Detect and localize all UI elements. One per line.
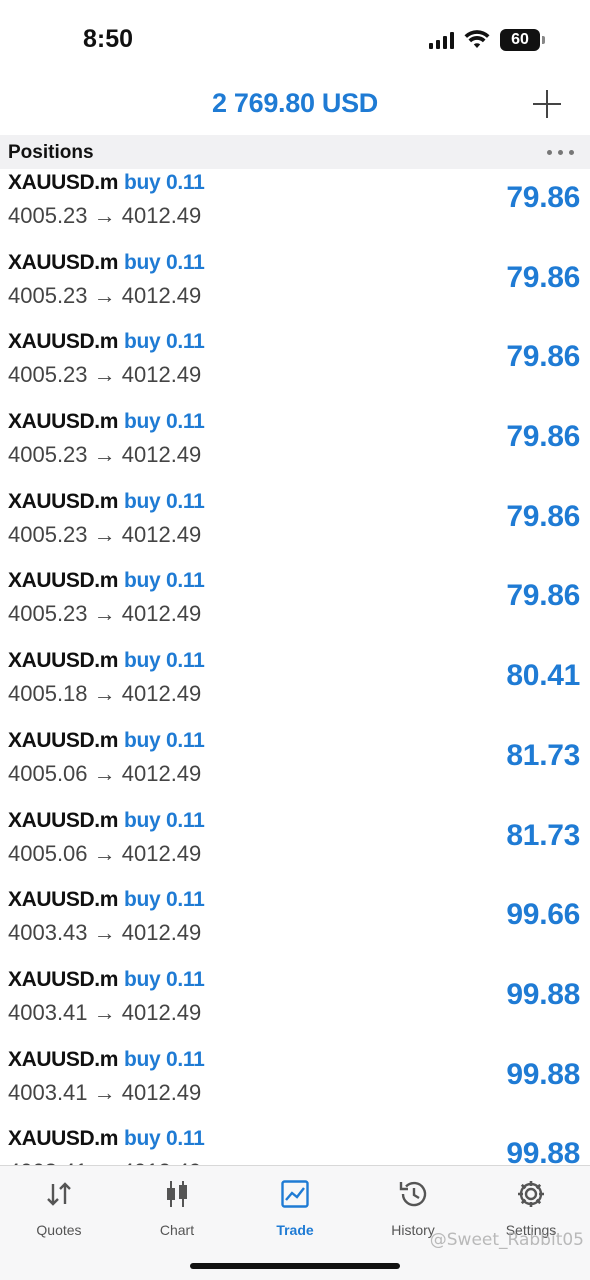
position-profit: 79.86 [506, 260, 580, 294]
position-row[interactable]: XAUUSD.mbuy 0.11 4003.41 → 4012.49 99.88 [0, 966, 590, 1046]
position-symbol: XAUUSD.m [8, 171, 118, 194]
position-row[interactable]: XAUUSD.m buy 0.11 4005.23 → 4012.49 79.86 [0, 169, 590, 249]
settings-icon [472, 1178, 590, 1210]
position-symbol: XAUUSD.m [8, 330, 118, 354]
position-profit: 81.73 [506, 738, 580, 772]
position-side: buy 0.11 [124, 410, 205, 434]
header: 2 769.80 USD [0, 80, 590, 135]
position-prices: 4003.43 → 4012.49 [8, 920, 202, 946]
position-prices: 4005.23 → 4012.49 [8, 362, 202, 388]
position-profit: 81.73 [506, 818, 580, 852]
tab-chart[interactable]: Chart [118, 1178, 236, 1238]
wifi-icon [464, 30, 490, 50]
position-symbol: XAUUSD.m [8, 649, 118, 673]
position-side: buy 0.11 [124, 728, 205, 752]
status-time: 8:50 [83, 25, 134, 53]
tab-history[interactable]: History [354, 1178, 472, 1238]
status-icons: 60 [429, 27, 545, 53]
position-prices: 4003.41 → 4012.49 [8, 999, 202, 1025]
position-side: buy 0.11 [124, 888, 205, 912]
position-symbol: XAUUSD.m [8, 569, 118, 593]
position-prices: 4005.06 → 4012.49 [8, 760, 202, 786]
position-symbol: XAUUSD.m [8, 1047, 118, 1071]
position-profit: 79.86 [506, 579, 580, 613]
position-side: buy 0.11 [124, 171, 205, 194]
position-side: buy 0.11 [124, 569, 205, 593]
more-icon[interactable] [547, 150, 574, 155]
position-prices: 4005.18 → 4012.49 [8, 681, 202, 707]
position-symbol: XAUUSD.m [8, 1127, 118, 1151]
tab-label: Trade [276, 1222, 314, 1238]
chart-icon [118, 1178, 236, 1210]
position-side: buy 0.11 [124, 489, 205, 513]
position-profit: 79.86 [506, 420, 580, 454]
position-row[interactable]: XAUUSD.mbuy 0.114003.41 → 4012.4999.88 [0, 1125, 590, 1165]
position-row[interactable]: XAUUSD.m buy 0.11 4005.06 → 4012.49 81.73 [0, 807, 590, 887]
position-profit: 99.88 [506, 977, 580, 1011]
position-row[interactable]: XAUUSD.mbuy 0.11 4003.41 → 4012.49 99.88 [0, 1046, 590, 1126]
position-prices: 4005.06 → 4012.49 [8, 840, 202, 866]
add-order-button[interactable] [532, 89, 562, 119]
tab-label: Chart [159, 1222, 195, 1238]
position-profit: 99.66 [506, 898, 580, 932]
history-icon [354, 1178, 472, 1210]
position-row[interactable]: XAUUSD.m buy 0.11 4005.23 → 4012.49 79.86 [0, 408, 590, 488]
positions-section-header: Positions [0, 135, 590, 169]
position-prices: 4005.23 → 4012.49 [8, 282, 202, 308]
position-profit: 99.88 [506, 1057, 580, 1091]
position-prices: 4005.23 → 4012.49 [8, 521, 202, 547]
position-symbol: XAUUSD.m [8, 410, 118, 434]
position-prices: 4005.23 → 4012.49 [8, 601, 202, 627]
watermark: @Sweet_Rabbit05 [429, 1230, 584, 1250]
position-side: buy 0.11 [124, 967, 205, 991]
position-row[interactable]: XAUUSD.m buy 0.11 4005.23 → 4012.49 79.86 [0, 567, 590, 647]
signal-icon [429, 31, 454, 49]
status-bar: 8:50 60 [0, 0, 590, 80]
position-symbol: XAUUSD.m [8, 250, 118, 274]
quotes-icon [0, 1178, 118, 1210]
position-row[interactable]: XAUUSD.m buy 0.11 4005.23 → 4012.49 79.86 [0, 249, 590, 329]
position-side: buy 0.11 [124, 1127, 205, 1151]
position-side: buy 0.11 [124, 330, 205, 354]
position-profit: 80.41 [506, 659, 580, 693]
position-symbol: XAUUSD.m [8, 728, 118, 752]
trade-icon [236, 1178, 354, 1210]
home-indicator [190, 1263, 400, 1269]
account-balance: 2 769.80 USD [211, 88, 378, 118]
battery-icon: 60 [500, 29, 545, 51]
positions-list: XAUUSD.m buy 0.11 4005.23 → 4012.49 79.86 XA… [0, 169, 590, 1165]
position-row[interactable]: XAUUSD.m buy 0.11 4005.23 → 4012.49 79.86 [0, 328, 590, 408]
section-title: Positions [8, 142, 94, 163]
position-symbol: XAUUSD.m [8, 489, 118, 513]
position-profit: 79.86 [506, 340, 580, 374]
position-profit: 79.86 [506, 499, 580, 533]
position-prices: 4005.23 → 4012.49 [8, 442, 202, 468]
position-row[interactable]: XAUUSD.m buy 0.11 4005.18 → 4012.49 80.41 [0, 647, 590, 727]
tab-settings[interactable]: Settings [472, 1178, 590, 1238]
position-side: buy 0.11 [124, 1047, 205, 1071]
position-symbol: XAUUSD.m [8, 808, 118, 832]
position-prices: 4005.23 → 4012.49 [8, 203, 202, 228]
tab-trade[interactable]: Trade [236, 1178, 354, 1238]
position-symbol: XAUUSD.m [8, 888, 118, 912]
position-profit: 79.86 [506, 181, 580, 214]
tab-label: Quotes [36, 1222, 82, 1238]
position-symbol: XAUUSD.m [8, 967, 118, 991]
position-side: buy 0.11 [124, 649, 205, 673]
position-row[interactable]: XAUUSD.m buy 0.11 4003.43 → 4012.49 99.66 [0, 886, 590, 966]
tab-bar: Quotes Chart Trade History Settings @Swe… [0, 1165, 590, 1280]
tab-quotes[interactable]: Quotes [0, 1178, 118, 1238]
position-side: buy 0.11 [124, 808, 205, 832]
position-row[interactable]: XAUUSD.m buy 0.11 4005.23 → 4012.49 79.86 [0, 488, 590, 568]
position-prices: 4003.41 → 4012.49 [8, 1079, 202, 1105]
position-row[interactable]: XAUUSD.m buy 0.11 4005.06 → 4012.49 81.73 [0, 727, 590, 807]
position-side: buy 0.11 [124, 250, 205, 274]
position-profit: 99.88 [506, 1137, 580, 1165]
